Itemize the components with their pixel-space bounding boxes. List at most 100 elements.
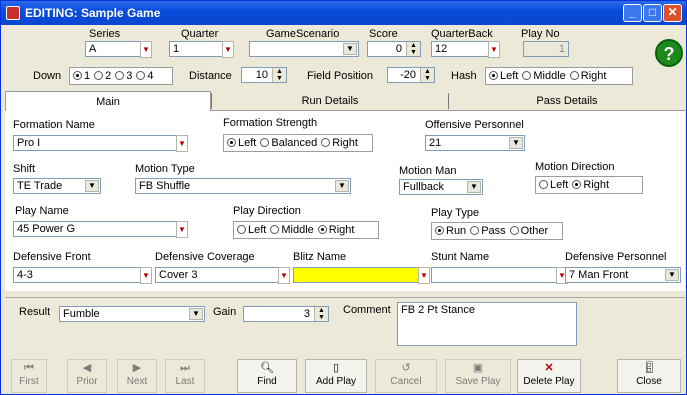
quarter-value: 1: [173, 43, 180, 55]
score-stepper[interactable]: 0 ▲ ▼: [367, 41, 421, 57]
radio-option-left[interactable]: Left: [227, 137, 256, 149]
radio-icon[interactable]: [470, 226, 480, 235]
delete-x-icon: ✕: [544, 362, 554, 374]
formation-name-field[interactable]: Pro I: [13, 135, 177, 151]
game-scenario-select[interactable]: ▼: [249, 41, 359, 57]
tab-run-details[interactable]: Run Details: [212, 91, 448, 111]
save-play-button[interactable]: ▣ Save Play: [445, 359, 511, 393]
spinner-icon[interactable]: ▲ ▼: [272, 68, 286, 82]
defensive-front-dropdown-button[interactable]: ▼: [140, 267, 152, 284]
chevron-down-icon[interactable]: ▼: [343, 43, 357, 55]
quarter-dropdown-button[interactable]: ▼: [222, 41, 234, 58]
distance-stepper[interactable]: 10 ▲ ▼: [241, 67, 287, 83]
chevron-down-icon[interactable]: ▼: [335, 180, 349, 192]
cancel-button[interactable]: ↺ Cancel: [375, 359, 437, 393]
play-name-field[interactable]: 45 Power G: [13, 221, 177, 237]
blitz-name-field[interactable]: [293, 267, 419, 283]
radio-icon[interactable]: [435, 226, 444, 235]
comment-textarea[interactable]: FB 2 Pt Stance: [397, 302, 577, 346]
radio-icon[interactable]: [73, 71, 82, 80]
radio-option-right[interactable]: Right: [572, 179, 609, 191]
radio-icon[interactable]: [489, 71, 498, 80]
radio-icon[interactable]: [509, 226, 519, 235]
radio-option-middle[interactable]: Middle: [522, 70, 566, 82]
first-button[interactable]: ⏮ First: [11, 359, 47, 393]
radio-icon[interactable]: [227, 138, 236, 147]
radio-option-right[interactable]: Right: [569, 70, 606, 82]
close-window-button[interactable]: ✕: [663, 4, 682, 22]
field-position-stepper[interactable]: -20 ▲ ▼: [387, 67, 435, 83]
chevron-down-icon[interactable]: ▼: [665, 269, 679, 281]
chevron-down-icon[interactable]: ▼: [509, 137, 523, 149]
radio-icon[interactable]: [115, 71, 125, 80]
next-button[interactable]: ▶ Next: [117, 359, 157, 393]
radio-icon[interactable]: [270, 225, 280, 234]
radio-icon[interactable]: [321, 138, 331, 147]
defensive-front-field[interactable]: 4-3: [13, 267, 141, 283]
offensive-personnel-select[interactable]: 21 ▼: [425, 135, 525, 151]
defensive-coverage-field[interactable]: Cover 3: [155, 267, 279, 283]
maximize-button[interactable]: □: [643, 4, 662, 22]
radio-icon[interactable]: [317, 225, 327, 234]
chevron-down-icon[interactable]: ▼: [189, 308, 203, 320]
radio-option-left[interactable]: Left: [237, 224, 266, 236]
add-play-button[interactable]: ▯ Add Play: [305, 359, 367, 393]
play-name-dropdown-button[interactable]: ▼: [176, 221, 188, 238]
radio-option-label: Left: [248, 224, 267, 236]
gain-stepper[interactable]: 3 ▲ ▼: [243, 306, 329, 322]
series-label: Series: [89, 28, 121, 40]
blitz-name-dropdown-button[interactable]: ▼: [418, 267, 430, 284]
radio-option-4[interactable]: 4: [136, 70, 154, 82]
radio-option-middle[interactable]: Middle: [270, 224, 314, 236]
radio-option-right[interactable]: Right: [321, 137, 358, 149]
radio-option-balanced[interactable]: Balanced: [260, 137, 317, 149]
radio-icon[interactable]: [260, 138, 270, 147]
quarter-field[interactable]: 1: [169, 41, 223, 57]
radio-option-1[interactable]: 1: [73, 70, 90, 82]
delete-play-button[interactable]: ✕ Delete Play: [517, 359, 581, 393]
last-button[interactable]: ⏭ Last: [165, 359, 205, 393]
radio-icon[interactable]: [237, 225, 246, 234]
result-select[interactable]: Fumble ▼: [59, 306, 205, 322]
quarterback-field[interactable]: 12: [431, 41, 489, 57]
defensive-coverage-dropdown-button[interactable]: ▼: [278, 267, 290, 284]
radio-icon[interactable]: [569, 71, 579, 80]
find-label: Find: [257, 376, 277, 387]
radio-icon[interactable]: [94, 71, 104, 80]
chevron-down-icon[interactable]: ▼: [467, 181, 481, 193]
radio-option-3[interactable]: 3: [115, 70, 132, 82]
radio-option-left[interactable]: Left: [539, 179, 568, 191]
chevron-down-icon[interactable]: ▼: [85, 180, 99, 192]
spinner-icon[interactable]: ▲ ▼: [420, 68, 434, 82]
radio-option-right[interactable]: Right: [317, 224, 354, 236]
defensive-personnel-select[interactable]: 7 Man Front ▼: [565, 267, 681, 283]
radio-option-left[interactable]: Left: [489, 70, 518, 82]
spinner-icon[interactable]: ▲ ▼: [406, 42, 420, 56]
series-field[interactable]: A: [85, 41, 141, 57]
tab-main[interactable]: Main: [5, 91, 211, 111]
formation-name-dropdown-button[interactable]: ▼: [176, 135, 188, 152]
close-button[interactable]: 🚪︎ Close: [617, 359, 681, 393]
series-dropdown-button[interactable]: ▼: [140, 41, 152, 58]
radio-option-pass[interactable]: Pass: [470, 225, 506, 237]
radio-icon[interactable]: [539, 180, 548, 189]
find-button[interactable]: 🔍︎ Find: [237, 359, 297, 393]
radio-option-label: Balanced: [271, 137, 318, 149]
radio-icon[interactable]: [572, 180, 582, 189]
motion-type-select[interactable]: FB Shuffle ▼: [135, 178, 351, 194]
shift-select[interactable]: TE Trade ▼: [13, 178, 101, 194]
quarterback-dropdown-button[interactable]: ▼: [488, 41, 500, 58]
stunt-name-field[interactable]: [431, 267, 557, 283]
radio-icon[interactable]: [136, 71, 146, 80]
radio-option-run[interactable]: Run: [435, 225, 466, 237]
motion-man-select[interactable]: Fullback ▼: [399, 179, 483, 195]
help-button[interactable]: ?: [655, 39, 683, 67]
prior-button[interactable]: ◀ Prior: [67, 359, 107, 393]
tab-pass-details[interactable]: Pass Details: [449, 91, 685, 111]
radio-option-2[interactable]: 2: [94, 70, 111, 82]
radio-icon[interactable]: [522, 71, 532, 80]
minimize-button[interactable]: _: [623, 4, 642, 22]
radio-option-other[interactable]: Other: [509, 225, 548, 237]
series-value: A: [89, 43, 97, 55]
spinner-icon[interactable]: ▲ ▼: [314, 307, 328, 321]
